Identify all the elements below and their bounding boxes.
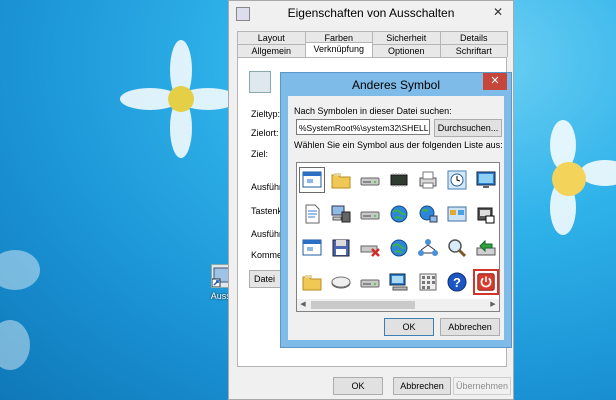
globe-icon[interactable] xyxy=(386,235,412,261)
dialog-titlebar: Anderes Symbol ✕ xyxy=(281,73,511,97)
tab-details[interactable]: Details xyxy=(439,31,508,44)
properties-title: Eigenschaften von Ausschalten xyxy=(287,6,455,20)
display-icon[interactable] xyxy=(473,167,499,193)
arrow-icon[interactable] xyxy=(473,235,499,261)
icon-list-label: Wählen Sie ein Symbol aus der folgenden … xyxy=(294,140,503,150)
disk-icon[interactable] xyxy=(328,269,354,295)
scroll-right-icon[interactable]: ▶ xyxy=(487,299,499,311)
properties-titlebar: Eigenschaften von Ausschalten ✕ xyxy=(229,1,513,27)
window-icon[interactable] xyxy=(299,235,325,261)
printer-icon[interactable] xyxy=(415,167,441,193)
flower-decoration xyxy=(0,250,60,380)
close-button[interactable]: ✕ xyxy=(489,5,507,19)
cancel-button[interactable]: Abbrechen xyxy=(393,377,451,395)
chip-icon[interactable] xyxy=(386,167,412,193)
drive-icon[interactable] xyxy=(357,269,383,295)
browse-button[interactable]: Durchsuchen... xyxy=(434,119,502,137)
tastenkombination-label: Tastenk xyxy=(251,206,283,216)
horizontal-scrollbar[interactable]: ◀ ▶ xyxy=(297,299,499,311)
path-input[interactable]: %SystemRoot%\system32\SHELL32 xyxy=(296,119,430,135)
flower-decoration xyxy=(530,120,616,240)
computer-icon[interactable] xyxy=(386,269,412,295)
clock-icon[interactable] xyxy=(444,167,470,193)
help-icon[interactable]: ? xyxy=(444,269,470,295)
dialog-title: Anderes Symbol xyxy=(351,78,441,92)
window-icon[interactable] xyxy=(299,167,325,193)
zielort-label: Zielort: xyxy=(251,128,279,138)
network-icon[interactable] xyxy=(415,235,441,261)
search-label: Nach Symbolen in dieser Datei suchen: xyxy=(294,106,452,116)
document-icon[interactable] xyxy=(299,201,325,227)
tab-optionen[interactable]: Optionen xyxy=(372,44,441,57)
network-globe-icon[interactable] xyxy=(415,201,441,227)
tab-row-bottom: Allgemein Verknüpfung Optionen Schriftar… xyxy=(237,42,508,57)
ausfuehren-in-label: Ausführ xyxy=(251,182,283,192)
drive-icon[interactable] xyxy=(357,167,383,193)
globe-icon[interactable] xyxy=(386,201,412,227)
svg-text:?: ? xyxy=(453,275,461,290)
control-panel-icon[interactable] xyxy=(444,201,470,227)
network-pc-icon[interactable] xyxy=(328,201,354,227)
zieltyp-label: Zieltyp: xyxy=(251,109,281,119)
folder-icon[interactable] xyxy=(299,269,325,295)
change-icon-dialog: Anderes Symbol ✕ Nach Symbolen in dieser… xyxy=(280,72,512,348)
ausfuehren-label: Ausführ xyxy=(251,229,283,239)
magnifier-icon[interactable] xyxy=(444,235,470,261)
icon-grid[interactable]: ? ◀ ▶ xyxy=(296,162,500,312)
apply-button[interactable]: Übernehmen xyxy=(453,377,511,395)
ok-button[interactable]: OK xyxy=(384,318,434,336)
close-button[interactable]: ✕ xyxy=(483,73,507,90)
tab-allgemein[interactable]: Allgemein xyxy=(237,44,306,57)
keypad-icon[interactable] xyxy=(415,269,441,295)
ziel-label: Ziel: xyxy=(251,149,269,159)
scroll-left-icon[interactable]: ◀ xyxy=(297,299,309,311)
cancel-button[interactable]: Abbrechen xyxy=(440,318,500,336)
scrollbar-thumb[interactable] xyxy=(311,301,415,309)
floppy-icon[interactable] xyxy=(328,235,354,261)
drive-remove-icon[interactable] xyxy=(357,235,383,261)
ok-button[interactable]: OK xyxy=(333,377,383,395)
dialog-body: Nach Symbolen in dieser Datei suchen: %S… xyxy=(288,96,504,340)
tab-verknuepfung[interactable]: Verknüpfung xyxy=(304,42,373,57)
folder-icon[interactable] xyxy=(328,167,354,193)
flower-decoration xyxy=(120,40,240,160)
tab-schriftart[interactable]: Schriftart xyxy=(439,44,508,57)
shortcut-icon[interactable] xyxy=(473,201,499,227)
shortcut-icon xyxy=(249,71,271,93)
tab-sicherheit[interactable]: Sicherheit xyxy=(372,31,441,44)
drive-icon[interactable] xyxy=(357,201,383,227)
tab-layout[interactable]: Layout xyxy=(237,31,306,44)
power-icon[interactable] xyxy=(473,269,499,295)
